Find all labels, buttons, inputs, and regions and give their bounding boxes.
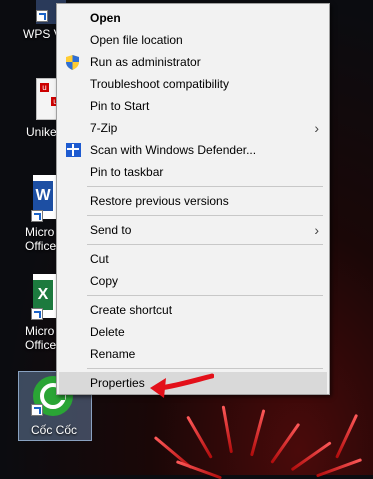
submenu-chevron-icon: › — [314, 222, 319, 238]
menu-item-label: Restore previous versions — [90, 194, 229, 208]
menu-item-label: Rename — [90, 347, 136, 361]
shortcut-arrow-icon — [31, 210, 43, 222]
wallpaper-flower — [150, 400, 373, 479]
menu-item-label: Send to — [90, 223, 132, 237]
menu-item-rename[interactable]: Rename — [59, 343, 327, 365]
menu-item-label: Copy — [90, 274, 119, 288]
menu-item-pin-to-start[interactable]: Pin to Start — [59, 95, 327, 117]
menu-item-copy[interactable]: Copy — [59, 270, 327, 292]
context-menu: Open Open file location Run as administr… — [56, 3, 330, 395]
shortcut-arrow-icon — [36, 10, 48, 22]
menu-item-7zip[interactable]: 7-Zip › — [59, 117, 327, 139]
menu-separator — [87, 295, 323, 296]
menu-item-label: 7-Zip — [90, 121, 118, 135]
menu-item-label: Scan with Windows Defender... — [90, 143, 257, 157]
menu-item-cut[interactable]: Cut — [59, 248, 327, 270]
menu-item-send-to[interactable]: Send to › — [59, 219, 327, 241]
menu-item-label: Open — [90, 11, 121, 25]
annotation-arrow-icon — [150, 373, 214, 398]
menu-item-label: Pin to Start — [90, 99, 150, 113]
menu-item-label: Create shortcut — [90, 303, 173, 317]
menu-item-restore-previous-versions[interactable]: Restore previous versions — [59, 190, 327, 212]
menu-item-label: Pin to taskbar — [90, 165, 164, 179]
menu-item-label: Delete — [90, 325, 125, 339]
menu-item-scan-with-windows-defender[interactable]: Scan with Windows Defender... — [59, 139, 327, 161]
menu-item-open-file-location[interactable]: Open file location — [59, 29, 327, 51]
menu-item-label: Open file location — [90, 33, 183, 47]
shortcut-arrow-icon — [31, 308, 43, 320]
menu-item-label: Cut — [90, 252, 109, 266]
menu-item-pin-to-taskbar[interactable]: Pin to taskbar — [59, 161, 327, 183]
menu-separator — [87, 186, 323, 187]
submenu-chevron-icon: › — [314, 120, 319, 136]
menu-item-open[interactable]: Open — [59, 7, 327, 29]
menu-item-create-shortcut[interactable]: Create shortcut — [59, 299, 327, 321]
shortcut-arrow-icon — [31, 404, 43, 416]
shield-icon — [66, 55, 81, 70]
menu-item-label: Properties — [90, 376, 145, 390]
menu-item-delete[interactable]: Delete — [59, 321, 327, 343]
defender-icon — [66, 143, 81, 157]
menu-item-label: Troubleshoot compatibility — [90, 77, 229, 91]
menu-separator — [87, 215, 323, 216]
desktop-icon-label: Cốc Cốc — [31, 423, 78, 437]
menu-item-troubleshoot-compatibility[interactable]: Troubleshoot compatibility — [59, 73, 327, 95]
desktop: anicn WPS V u u Unike W Micro Office X M… — [0, 0, 373, 479]
menu-separator — [87, 244, 323, 245]
menu-item-label: Run as administrator — [90, 55, 201, 69]
menu-item-run-as-administrator[interactable]: Run as administrator — [59, 51, 327, 73]
